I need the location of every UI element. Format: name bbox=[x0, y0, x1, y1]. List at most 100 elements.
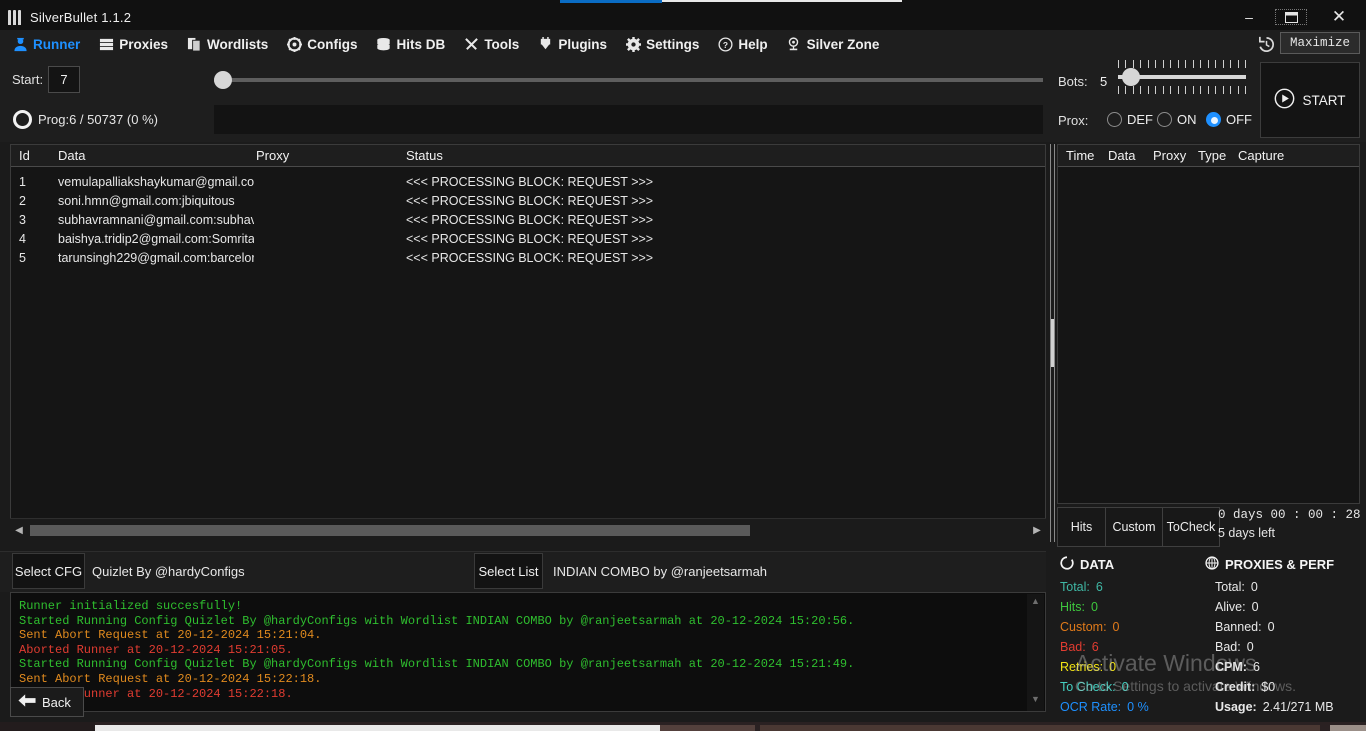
prox-label: Prox: bbox=[1058, 113, 1088, 128]
maximize-button[interactable] bbox=[1270, 4, 1312, 30]
perf-credit: Credit:$0 bbox=[1205, 677, 1365, 697]
log-vertical-scrollbar[interactable]: ▲ ▼ bbox=[1027, 594, 1044, 712]
close-button[interactable]: ✕ bbox=[1318, 4, 1360, 30]
column-header-data: Data bbox=[58, 148, 85, 163]
hits-column-data: Data bbox=[1108, 148, 1135, 163]
table-horizontal-scrollbar[interactable]: ◀ ▶ bbox=[10, 518, 1046, 542]
stat-tocheck: To Check:0 bbox=[1060, 677, 1208, 697]
prox-radio-off[interactable]: OFF bbox=[1206, 112, 1252, 127]
menu-item-hits-db[interactable]: Hits DB bbox=[367, 30, 455, 58]
prox-radio-def[interactable]: DEF bbox=[1107, 112, 1153, 127]
cell-id: 2 bbox=[19, 194, 26, 208]
gear-icon bbox=[625, 36, 641, 52]
splitter-line-right bbox=[1054, 144, 1055, 542]
menu-item-plugins[interactable]: Plugins bbox=[528, 30, 616, 58]
column-header-id: Id bbox=[19, 148, 30, 163]
hits-column-type: Type bbox=[1198, 148, 1226, 163]
svg-text:?: ? bbox=[723, 39, 728, 49]
runner-data-table[interactable]: Id Data Proxy Status 1 vemulapalliakshay… bbox=[10, 144, 1046, 542]
scrollbar-thumb[interactable] bbox=[30, 525, 750, 536]
cell-data: vemulapalliakshaykumar@gmail.com bbox=[58, 175, 254, 189]
cell-data: baishya.tridip2@gmail.com:Somrita bbox=[58, 232, 254, 246]
menu-item-runner-label: Runner bbox=[33, 37, 80, 52]
menu-item-configs-label: Configs bbox=[307, 37, 357, 52]
perf-cpm-key: CPM: bbox=[1215, 660, 1247, 674]
session-timer: 0 days 00 : 00 : 28 5 days left bbox=[1218, 506, 1366, 542]
cell-status: <<< PROCESSING BLOCK: REQUEST >>> bbox=[406, 251, 653, 265]
menu-item-settings-label: Settings bbox=[646, 37, 699, 52]
bots-label: Bots: bbox=[1058, 74, 1088, 89]
menu-item-runner[interactable]: Runner bbox=[0, 30, 89, 58]
bots-slider[interactable] bbox=[1118, 60, 1246, 94]
taskbar-window-3[interactable] bbox=[760, 725, 1320, 731]
minimize-button[interactable]: – bbox=[1228, 4, 1270, 30]
table-row[interactable]: 4 baishya.tridip2@gmail.com:Somrita <<< … bbox=[11, 231, 1045, 250]
start-slider-thumb[interactable] bbox=[214, 71, 232, 89]
perf-cpm: CPM:6 bbox=[1205, 657, 1365, 677]
top-progress-white-segment bbox=[662, 0, 902, 2]
start-input[interactable]: 7 bbox=[48, 66, 80, 93]
progress-bar bbox=[214, 105, 1043, 134]
table-row[interactable]: 5 tarunsingh229@gmail.com:barcelor <<< P… bbox=[11, 250, 1045, 269]
stat-total-key: Total: bbox=[1060, 580, 1090, 594]
scroll-right-arrow-icon[interactable]: ▶ bbox=[1028, 525, 1046, 536]
stat-retries-value: 0 bbox=[1109, 660, 1116, 674]
log-line: Aborted Runner at 20-12-2024 15:22:18. bbox=[11, 687, 1045, 702]
menu-item-help[interactable]: ? Help bbox=[708, 30, 776, 58]
progress-radio-icon[interactable] bbox=[13, 110, 32, 129]
timer-days-left: 5 days left bbox=[1218, 524, 1366, 542]
menu-item-wordlists-label: Wordlists bbox=[207, 37, 268, 52]
taskbar-window-1[interactable] bbox=[95, 725, 660, 731]
menu-item-help-label: Help bbox=[738, 37, 767, 52]
menu-item-proxies[interactable]: Proxies bbox=[89, 30, 177, 58]
menu-item-silver-zone[interactable]: Silver Zone bbox=[777, 30, 889, 58]
hits-panel[interactable]: Time Data Proxy Type Capture bbox=[1057, 144, 1360, 504]
history-icon[interactable] bbox=[1254, 32, 1278, 56]
windows-taskbar[interactable] bbox=[0, 722, 1366, 731]
menu-item-silver-zone-label: Silver Zone bbox=[807, 37, 880, 52]
column-header-status: Status bbox=[406, 148, 443, 163]
scroll-down-arrow-icon[interactable]: ▼ bbox=[1027, 694, 1044, 710]
tab-hits[interactable]: Hits bbox=[1057, 507, 1106, 547]
cell-data: subhavramnani@gmail.com:subhav bbox=[58, 213, 254, 227]
panel-splitter[interactable] bbox=[1049, 144, 1056, 542]
start-button[interactable]: START bbox=[1260, 62, 1360, 138]
runner-log[interactable]: Runner initialized succesfully! Started … bbox=[10, 592, 1046, 712]
table-row[interactable]: 2 soni.hmn@gmail.com:jbiquitous <<< PROC… bbox=[11, 193, 1045, 212]
proxy-total-value: 0 bbox=[1251, 580, 1258, 594]
stat-total: Total:6 bbox=[1060, 577, 1208, 597]
prox-radio-on[interactable]: ON bbox=[1157, 112, 1197, 127]
scroll-up-arrow-icon[interactable]: ▲ bbox=[1027, 596, 1044, 612]
back-button[interactable]: Back bbox=[10, 687, 84, 717]
question-icon: ? bbox=[717, 36, 733, 52]
log-line: Sent Abort Request at 20-12-2024 15:21:0… bbox=[11, 628, 1045, 643]
tab-custom[interactable]: Custom bbox=[1106, 507, 1163, 547]
proxies-stats-title-row: PROXIES & PERF bbox=[1205, 556, 1365, 573]
splitter-grip[interactable] bbox=[1051, 319, 1054, 367]
taskbar-window-2[interactable] bbox=[660, 725, 755, 731]
tab-tocheck[interactable]: ToCheck bbox=[1163, 507, 1220, 547]
start-slider-track[interactable] bbox=[214, 78, 1043, 82]
perf-credit-value: $0 bbox=[1261, 680, 1275, 694]
menu-item-settings[interactable]: Settings bbox=[616, 30, 708, 58]
stat-tocheck-key: To Check: bbox=[1060, 680, 1116, 694]
select-cfg-button[interactable]: Select CFG bbox=[12, 553, 85, 589]
stat-hits-key: Hits: bbox=[1060, 600, 1085, 614]
progress-label: Prog:6 / 50737 (0 %) bbox=[38, 112, 158, 127]
bots-slider-thumb[interactable] bbox=[1122, 68, 1140, 86]
bots-value: 5 bbox=[1100, 74, 1107, 89]
cell-data: soni.hmn@gmail.com:jbiquitous bbox=[58, 194, 254, 208]
scroll-left-arrow-icon[interactable]: ◀ bbox=[10, 525, 28, 536]
menu-item-wordlists[interactable]: Wordlists bbox=[177, 30, 277, 58]
selected-cfg-name: Quizlet By @hardyConfigs bbox=[92, 564, 245, 579]
table-row[interactable]: 1 vemulapalliakshaykumar@gmail.com <<< P… bbox=[11, 174, 1045, 193]
proxy-total: Total:0 bbox=[1205, 577, 1365, 597]
table-row[interactable]: 3 subhavramnani@gmail.com:subhav <<< PRO… bbox=[11, 212, 1045, 231]
start-button-label: START bbox=[1302, 93, 1345, 108]
menu-item-tools[interactable]: Tools bbox=[454, 30, 528, 58]
stat-bad-value: 6 bbox=[1092, 640, 1099, 654]
taskbar-tray[interactable] bbox=[1330, 725, 1366, 731]
menu-item-configs[interactable]: Configs bbox=[277, 30, 366, 58]
proxy-alive: Alive:0 bbox=[1205, 597, 1365, 617]
select-list-button[interactable]: Select List bbox=[474, 553, 543, 589]
